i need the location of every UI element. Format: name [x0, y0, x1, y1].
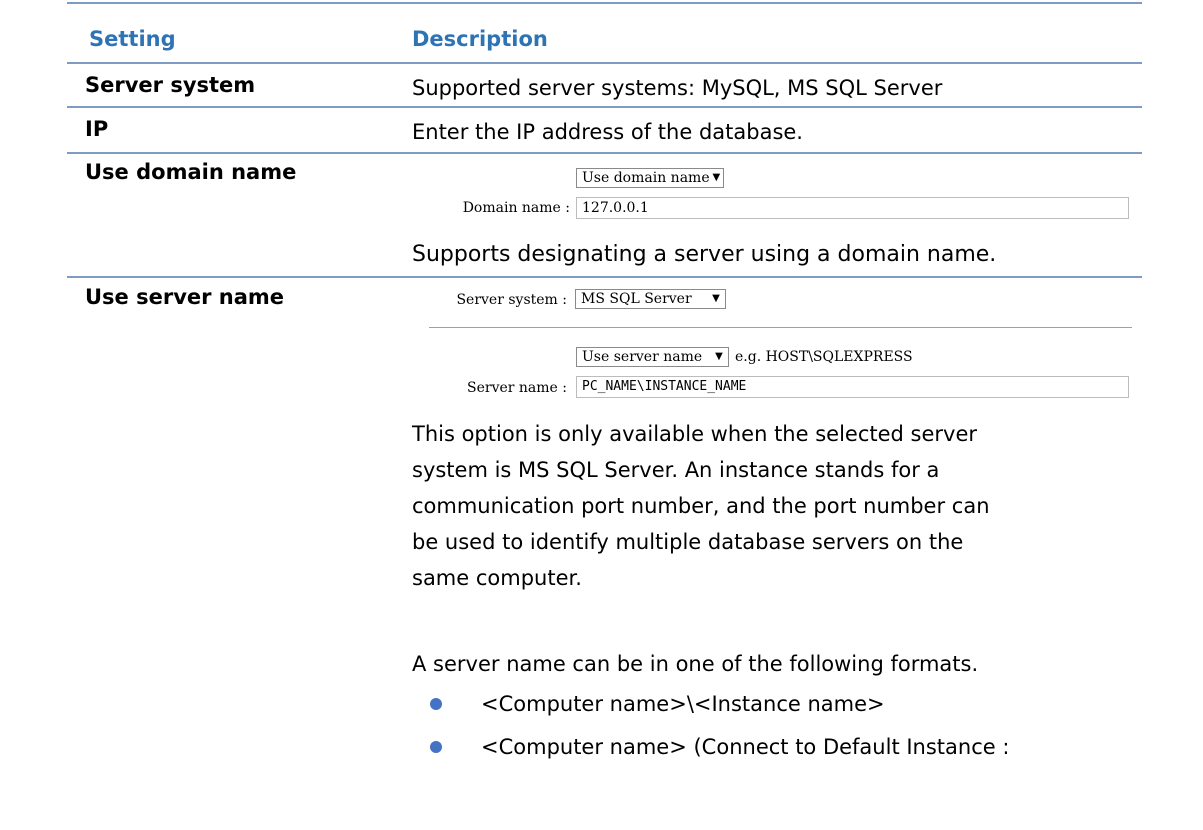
header-rule: [67, 62, 1142, 64]
header-description: Description: [412, 27, 548, 51]
row-rule-3: [67, 276, 1142, 278]
server-system-combo[interactable]: MS SQL Server ▼: [575, 289, 726, 309]
chevron-down-icon: ▼: [712, 293, 720, 304]
dialog-separator: [429, 327, 1132, 328]
format-item: <Computer name>\<Instance name>: [481, 692, 885, 716]
domain-name-label: Domain name :: [462, 200, 570, 216]
row-rule-1: [67, 106, 1142, 108]
row-server-system-description: Supported server systems: MySQL, MS SQL …: [412, 76, 943, 100]
domain-name-field[interactable]: 127.0.0.1: [576, 197, 1129, 219]
bullet-dot-icon: [430, 741, 442, 753]
server-system-label: Server system :: [456, 292, 567, 308]
row-domain-description: Supports designating a server using a do…: [412, 242, 997, 267]
table-top-rule: [67, 2, 1142, 4]
row-rule-2: [67, 152, 1142, 154]
row-server-name-setting: Use server name: [85, 285, 285, 309]
bullet-dot-icon: [430, 698, 442, 710]
server-name-description: This option is only available when the s…: [412, 416, 1112, 596]
domain-mode-combo-value: Use domain name: [582, 170, 710, 186]
header-setting: Setting: [89, 27, 176, 51]
description-line: This option is only available when the s…: [412, 422, 978, 446]
row-ip-setting: IP: [85, 117, 109, 141]
chevron-down-icon: ▼: [715, 351, 723, 362]
description-line: communication port number, and the port …: [412, 494, 990, 518]
description-line: same computer.: [412, 566, 582, 590]
row-server-system-setting: Server system: [85, 73, 256, 97]
format-item: <Computer name> (Connect to Default Inst…: [481, 735, 1010, 759]
server-name-field[interactable]: PC_NAME\INSTANCE_NAME: [576, 376, 1129, 398]
chevron-down-icon: ▼: [712, 172, 721, 183]
domain-mode-combo[interactable]: Use domain name ▼: [576, 168, 724, 188]
server-system-combo-value: MS SQL Server: [581, 291, 692, 307]
row-domain-setting: Use domain name: [85, 160, 297, 184]
description-line: be used to identify multiple database se…: [412, 530, 964, 554]
server-name-hint: e.g. HOST\SQLEXPRESS: [735, 349, 913, 365]
server-mode-combo[interactable]: Use server name ▼: [576, 347, 729, 367]
formats-intro: A server name can be in one of the follo…: [412, 652, 979, 676]
server-mode-combo-value: Use server name: [582, 349, 703, 365]
description-line: system is MS SQL Server. An instance sta…: [412, 458, 940, 482]
row-ip-description: Enter the IP address of the database.: [412, 120, 803, 144]
server-name-label: Server name :: [467, 380, 567, 396]
